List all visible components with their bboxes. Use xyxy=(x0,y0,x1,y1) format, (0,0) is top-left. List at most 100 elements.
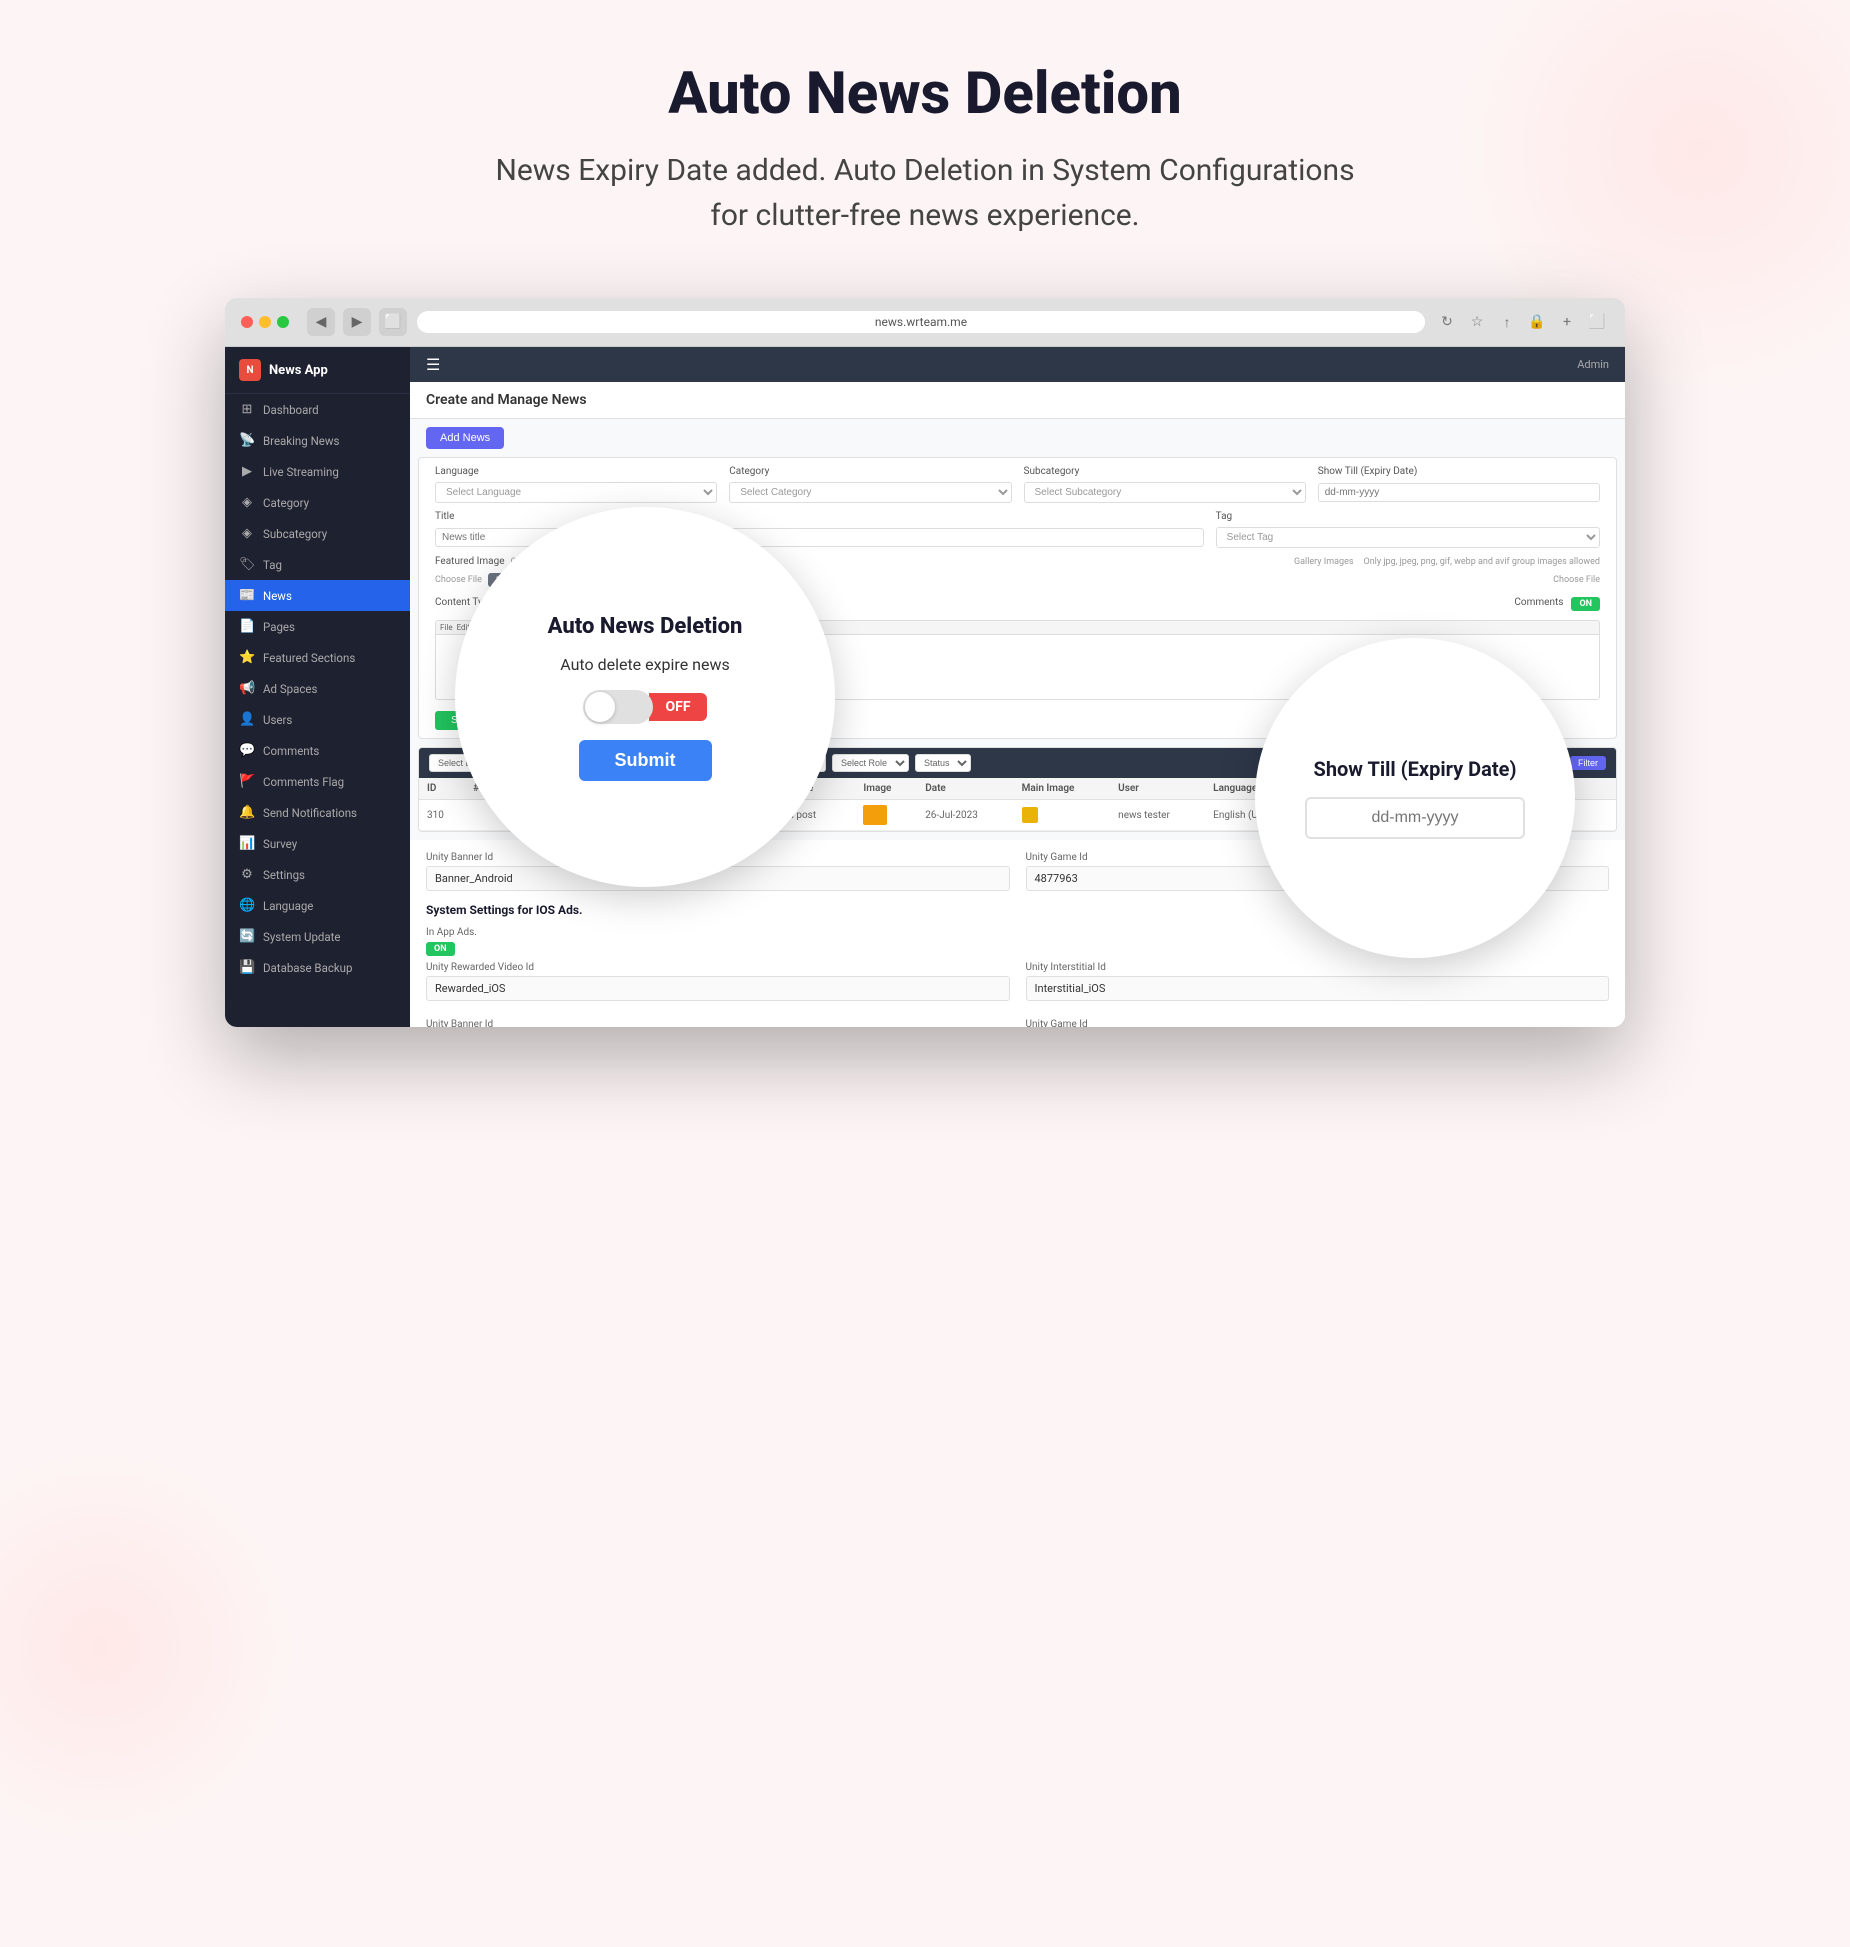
sidebar-label-language: Language xyxy=(263,899,313,913)
sidebar-item-live-streaming[interactable]: ▶ Live Streaming xyxy=(225,456,410,487)
bg-decoration-bottom-left xyxy=(0,1447,300,1847)
maximize-dot[interactable] xyxy=(277,316,289,328)
bookmark-icon[interactable]: ☆ xyxy=(1465,310,1489,334)
popup-deletion-subtitle: Auto delete expire news xyxy=(560,655,730,674)
filter-role-select[interactable]: Select Role xyxy=(832,754,909,772)
popup-toggle-thumb xyxy=(585,692,615,722)
page-subtitle: News Expiry Date added. Auto Deletion in… xyxy=(475,148,1375,238)
sidebar-label-settings: Settings xyxy=(263,868,305,882)
gallery-images-label: Gallery Images xyxy=(1294,557,1354,567)
tag-group: Tag Select Tag xyxy=(1216,511,1600,548)
tag-select[interactable]: Select Tag xyxy=(1216,527,1600,548)
logo-icon: N xyxy=(239,359,261,381)
lock-icon[interactable]: 🔒 xyxy=(1525,310,1549,334)
tag-icon: 🏷 xyxy=(239,557,255,572)
breaking-news-icon: 📡 xyxy=(239,433,255,448)
sidebar-label-system-update: System Update xyxy=(263,930,341,944)
popup-auto-deletion: Auto News Deletion Auto delete expire ne… xyxy=(455,507,835,887)
content-title: Create and Manage News xyxy=(410,382,1625,419)
popup-deletion-title: Auto News Deletion xyxy=(508,614,783,639)
category-icon: ◈ xyxy=(239,495,255,510)
sidebar-item-adspaces[interactable]: 📢 Ad Spaces xyxy=(225,673,410,704)
sidebar-label-dashboard: Dashboard xyxy=(263,403,319,417)
main-image-icon xyxy=(1022,807,1038,823)
sidebar-item-pages[interactable]: 📄 Pages xyxy=(225,611,410,642)
sidebar-label-featured: Featured Sections xyxy=(263,651,355,665)
browser-dots xyxy=(241,316,289,328)
back-button[interactable]: ◀ xyxy=(307,308,335,336)
sidebar-item-dashboard[interactable]: ⊞ Dashboard xyxy=(225,394,410,425)
category-select[interactable]: Select Category xyxy=(729,482,1011,503)
sidebar-label-subcategory: Subcategory xyxy=(263,527,327,541)
unity-interstitial-value: Interstitial_iOS xyxy=(1026,976,1610,1001)
sidebar-item-comments-flag[interactable]: 🚩 Comments Flag xyxy=(225,766,410,797)
refresh-icon[interactable]: ↻ xyxy=(1435,310,1459,334)
browser-nav: ◀ ▶ ⬜ xyxy=(307,308,407,336)
sidebar-item-notifications[interactable]: 🔔 Send Notifications xyxy=(225,797,410,828)
filter-status-select[interactable]: Status xyxy=(915,754,971,772)
popup-toggle-container: OFF xyxy=(583,690,706,724)
unity-rewarded-value: Rewarded_iOS xyxy=(426,976,1010,1001)
unity-rewarded-label: Unity Rewarded Video Id xyxy=(426,962,1010,973)
extensions-icon[interactable]: ⬜ xyxy=(1585,310,1609,334)
popup-submit-button[interactable]: Submit xyxy=(579,740,712,781)
show-till-input[interactable] xyxy=(1318,483,1600,502)
sidebar-item-breaking-news[interactable]: 📡 Breaking News xyxy=(225,425,410,456)
sidebar-label-survey: Survey xyxy=(263,837,297,851)
comments-label: Comments xyxy=(1514,597,1563,608)
sidebar-item-comments[interactable]: 💬 Comments xyxy=(225,735,410,766)
add-tab-icon[interactable]: + xyxy=(1555,310,1579,334)
thumbnail-image xyxy=(863,805,887,825)
popup-toggle-label[interactable]: OFF xyxy=(649,693,706,721)
sidebar-item-subcategory[interactable]: ◈ Subcategory xyxy=(225,518,410,549)
sidebar-item-featured[interactable]: ⭐ Featured Sections xyxy=(225,642,410,673)
in-app-ads-toggle[interactable]: ON xyxy=(426,942,455,956)
featured-icon: ⭐ xyxy=(239,650,255,665)
show-till-label: Show Till (Expiry Date) xyxy=(1318,466,1600,477)
sidebar-item-system-update[interactable]: 🔄 System Update xyxy=(225,921,410,952)
col-main-image: Main Image xyxy=(1014,778,1111,800)
sidebar-item-database[interactable]: 💾 Database Backup xyxy=(225,952,410,983)
sidebar-label-notifications: Send Notifications xyxy=(263,806,357,820)
sidebar-item-tag[interactable]: 🏷 Tag xyxy=(225,549,410,580)
unity-rewarded-row: Unity Rewarded Video Id Rewarded_iOS Uni… xyxy=(426,962,1609,1011)
col-id: ID xyxy=(419,778,465,800)
category-group: Category Select Category xyxy=(729,466,1011,503)
sidebar-label-breaking: Breaking News xyxy=(263,434,339,448)
language-select[interactable]: Select Language xyxy=(435,482,717,503)
unity-interstitial-group: Unity Interstitial Id Interstitial_iOS xyxy=(1026,962,1610,1001)
filter-button[interactable]: Filter xyxy=(1570,756,1606,770)
comments-toggle[interactable]: ON xyxy=(1571,597,1600,611)
featured-image-label: Featured Image xyxy=(435,556,505,567)
popup-toggle-track[interactable] xyxy=(583,690,653,724)
survey-icon: 📊 xyxy=(239,836,255,851)
close-dot[interactable] xyxy=(241,316,253,328)
unity-rewarded-group: Unity Rewarded Video Id Rewarded_iOS xyxy=(426,962,1010,1001)
url-bar[interactable]: news.wrteam.me xyxy=(417,311,1425,333)
share-icon[interactable]: ↑ xyxy=(1495,310,1519,334)
system-update-icon: 🔄 xyxy=(239,929,255,944)
category-label: Category xyxy=(729,466,1011,477)
window-button[interactable]: ⬜ xyxy=(379,308,407,336)
comments-flag-icon: 🚩 xyxy=(239,774,255,789)
choose-file-label: Choose File xyxy=(435,575,482,585)
unity-game-group: Unity Game Id 4877962 xyxy=(1026,1019,1610,1027)
sidebar-item-category[interactable]: ◈ Category xyxy=(225,487,410,518)
sidebar-item-settings[interactable]: ⚙ Settings xyxy=(225,859,410,890)
minimize-dot[interactable] xyxy=(259,316,271,328)
unity-banner-group: Unity Banner Id Banner_iOS xyxy=(426,1019,1010,1027)
popup-date-input[interactable] xyxy=(1305,797,1525,839)
unity-banner-label: Unity Banner Id xyxy=(426,1019,1010,1027)
subcategory-label: Subcategory xyxy=(1024,466,1306,477)
forward-button[interactable]: ▶ xyxy=(343,308,371,336)
add-news-button[interactable]: Add News xyxy=(426,427,504,449)
subcategory-select[interactable]: Select Subcategory xyxy=(1024,482,1306,503)
sidebar-item-users[interactable]: 👤 Users xyxy=(225,704,410,735)
gallery-images-note: Only jpg, jpeg, png, gif, webp and avif … xyxy=(1364,557,1600,567)
menu-toggle-icon[interactable]: ☰ xyxy=(426,355,440,374)
page-title: Auto News Deletion xyxy=(668,60,1181,128)
sidebar-item-news[interactable]: 📰 News xyxy=(225,580,410,611)
sidebar-item-survey[interactable]: 📊 Survey xyxy=(225,828,410,859)
sidebar-item-language[interactable]: 🌐 Language xyxy=(225,890,410,921)
settings-icon: ⚙ xyxy=(239,867,255,882)
